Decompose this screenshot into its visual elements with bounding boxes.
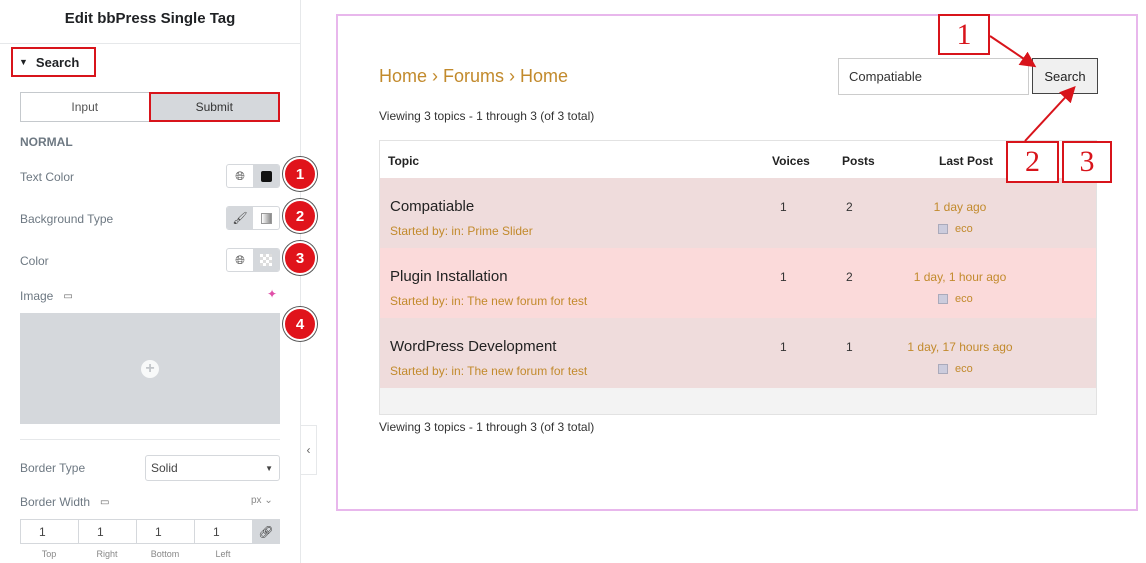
search-button[interactable]: Search bbox=[1032, 58, 1098, 94]
preview-frame: Home › Forums › Home Compatiable Search … bbox=[336, 14, 1138, 511]
image-label: Image bbox=[20, 289, 54, 303]
caret-down-icon: ▼ bbox=[19, 57, 28, 67]
dim-label-top: Top bbox=[41, 549, 57, 559]
search-input[interactable]: Compatiable bbox=[838, 58, 1029, 95]
table-row: Plugin Installation Started by: in: The … bbox=[380, 248, 1096, 318]
col-posts: Posts bbox=[842, 154, 875, 168]
avatar bbox=[938, 364, 948, 374]
author-link[interactable]: eco bbox=[938, 293, 973, 305]
global-icon[interactable]: 🌐︎ bbox=[227, 249, 253, 271]
author-name: eco bbox=[955, 293, 973, 305]
link-icon[interactable]: 🔗︎ bbox=[252, 519, 280, 544]
table-header: Topic Voices Posts Last Post bbox=[380, 141, 1096, 178]
topic-meta[interactable]: Started by: in: The new forum for test bbox=[390, 294, 587, 308]
posts-count: 2 bbox=[846, 270, 853, 284]
topic-title-link[interactable]: Compatiable bbox=[390, 198, 474, 215]
voices-count: 1 bbox=[780, 270, 787, 284]
section-title: Search bbox=[35, 54, 80, 70]
viewing-count-bottom: Viewing 3 topics - 1 through 3 (of 3 tot… bbox=[379, 420, 595, 434]
author-link[interactable]: eco bbox=[938, 223, 973, 235]
topic-title-link[interactable]: Plugin Installation bbox=[390, 268, 508, 285]
tab-submit[interactable]: Submit bbox=[148, 92, 280, 122]
viewing-count-top: Viewing 3 topics - 1 through 3 (of 3 tot… bbox=[379, 109, 595, 123]
panel-title: Edit bbPress Single Tag bbox=[0, 0, 300, 44]
table-row: WordPress Development Started by: in: Th… bbox=[380, 318, 1096, 388]
image-label-row: Image ▭ bbox=[20, 289, 73, 303]
col-voices: Voices bbox=[772, 154, 810, 168]
unit-select[interactable]: px ⌄ bbox=[251, 495, 273, 506]
posts-count: 1 bbox=[846, 340, 853, 354]
col-topic: Topic bbox=[388, 154, 420, 168]
collapse-panel-button[interactable]: ‹ bbox=[301, 425, 317, 475]
chevron-down-icon: ▼ bbox=[265, 463, 273, 473]
dim-label-right: Right bbox=[96, 549, 118, 559]
border-width-label-row: Border Width ▭ bbox=[20, 495, 109, 509]
tab-input[interactable]: Input bbox=[20, 92, 149, 122]
author-link[interactable]: eco bbox=[938, 363, 973, 375]
posts-count: 2 bbox=[846, 200, 853, 214]
step-badge-3: 3 bbox=[283, 241, 317, 275]
background-type-label: Background Type bbox=[20, 212, 114, 226]
normal-heading: NORMAL bbox=[20, 135, 73, 149]
divider bbox=[20, 439, 280, 440]
plus-icon[interactable]: + bbox=[141, 359, 159, 378]
author-name: eco bbox=[955, 223, 973, 235]
text-color-swatch[interactable] bbox=[253, 165, 279, 187]
image-picker[interactable]: + bbox=[20, 313, 280, 424]
border-bottom-input[interactable]: 1 bbox=[136, 519, 194, 544]
unit-value: px bbox=[251, 495, 262, 506]
border-type-select[interactable]: Solid ▼ bbox=[145, 455, 280, 481]
step-badge-2: 2 bbox=[283, 199, 317, 233]
color-control: 🌐︎ bbox=[226, 248, 280, 272]
voices-count: 1 bbox=[780, 340, 787, 354]
state-tabs: Input Submit bbox=[20, 92, 280, 122]
topic-meta[interactable]: Started by: in: The new forum for test bbox=[390, 364, 587, 378]
callout-2: 2 bbox=[1006, 141, 1059, 183]
author-name: eco bbox=[955, 363, 973, 375]
callout-1: 1 bbox=[938, 14, 990, 55]
search-section-toggle[interactable]: ▼ Search bbox=[11, 47, 96, 77]
dim-label-left: Left bbox=[215, 549, 231, 559]
step-badge-4: 4 bbox=[283, 307, 317, 341]
text-color-control: 🌐︎ bbox=[226, 164, 280, 188]
last-post-link[interactable]: 1 day ago bbox=[880, 200, 1040, 214]
topic-meta[interactable]: Started by: in: Prime Slider bbox=[390, 224, 533, 238]
table-row: Compatiable Started by: in: Prime Slider… bbox=[380, 178, 1096, 248]
border-left-input[interactable]: 1 bbox=[194, 519, 252, 544]
border-width-inputs: 1 1 1 1 🔗︎ bbox=[20, 519, 280, 544]
text-color-label: Text Color bbox=[20, 170, 75, 184]
global-icon[interactable]: 🌐︎ bbox=[227, 165, 253, 187]
border-type-value: Solid bbox=[151, 461, 178, 475]
dim-label-bottom: Bottom bbox=[150, 549, 180, 559]
step-badge-1: 1 bbox=[283, 157, 317, 191]
black-swatch-icon bbox=[260, 170, 272, 182]
border-right-input[interactable]: 1 bbox=[78, 519, 136, 544]
callout-3: 3 bbox=[1062, 141, 1112, 183]
desktop-icon[interactable]: ▭ bbox=[63, 291, 72, 302]
topic-title-link[interactable]: WordPress Development bbox=[390, 338, 556, 355]
avatar bbox=[938, 294, 948, 304]
transparent-swatch-icon bbox=[260, 254, 272, 266]
border-type-label: Border Type bbox=[20, 461, 86, 475]
last-post-link[interactable]: 1 day, 17 hours ago bbox=[880, 340, 1040, 354]
voices-count: 1 bbox=[780, 200, 787, 214]
breadcrumb[interactable]: Home › Forums › Home bbox=[379, 66, 568, 87]
ai-sparkle-icon[interactable]: ✦ bbox=[267, 287, 277, 301]
col-last-post: Last Post bbox=[939, 154, 994, 168]
desktop-icon[interactable]: ▭ bbox=[100, 497, 109, 508]
editor-panel: Edit bbPress Single Tag ▼ Search Input S… bbox=[0, 0, 301, 563]
border-width-labels: Top Right Bottom Left bbox=[20, 549, 252, 559]
border-top-input[interactable]: 1 bbox=[20, 519, 78, 544]
brush-icon[interactable]: 🖌︎ bbox=[227, 207, 253, 229]
topics-table: Topic Voices Posts Last Post Compatiable… bbox=[379, 140, 1097, 415]
gradient-icon[interactable] bbox=[253, 207, 279, 229]
last-post-link[interactable]: 1 day, 1 hour ago bbox=[880, 270, 1040, 284]
background-type-control: 🖌︎ bbox=[226, 206, 280, 230]
border-width-label: Border Width bbox=[20, 495, 91, 509]
color-swatch[interactable] bbox=[253, 249, 279, 271]
avatar bbox=[938, 224, 948, 234]
chevron-left-icon: ‹ bbox=[306, 443, 311, 457]
color-label: Color bbox=[20, 254, 49, 268]
